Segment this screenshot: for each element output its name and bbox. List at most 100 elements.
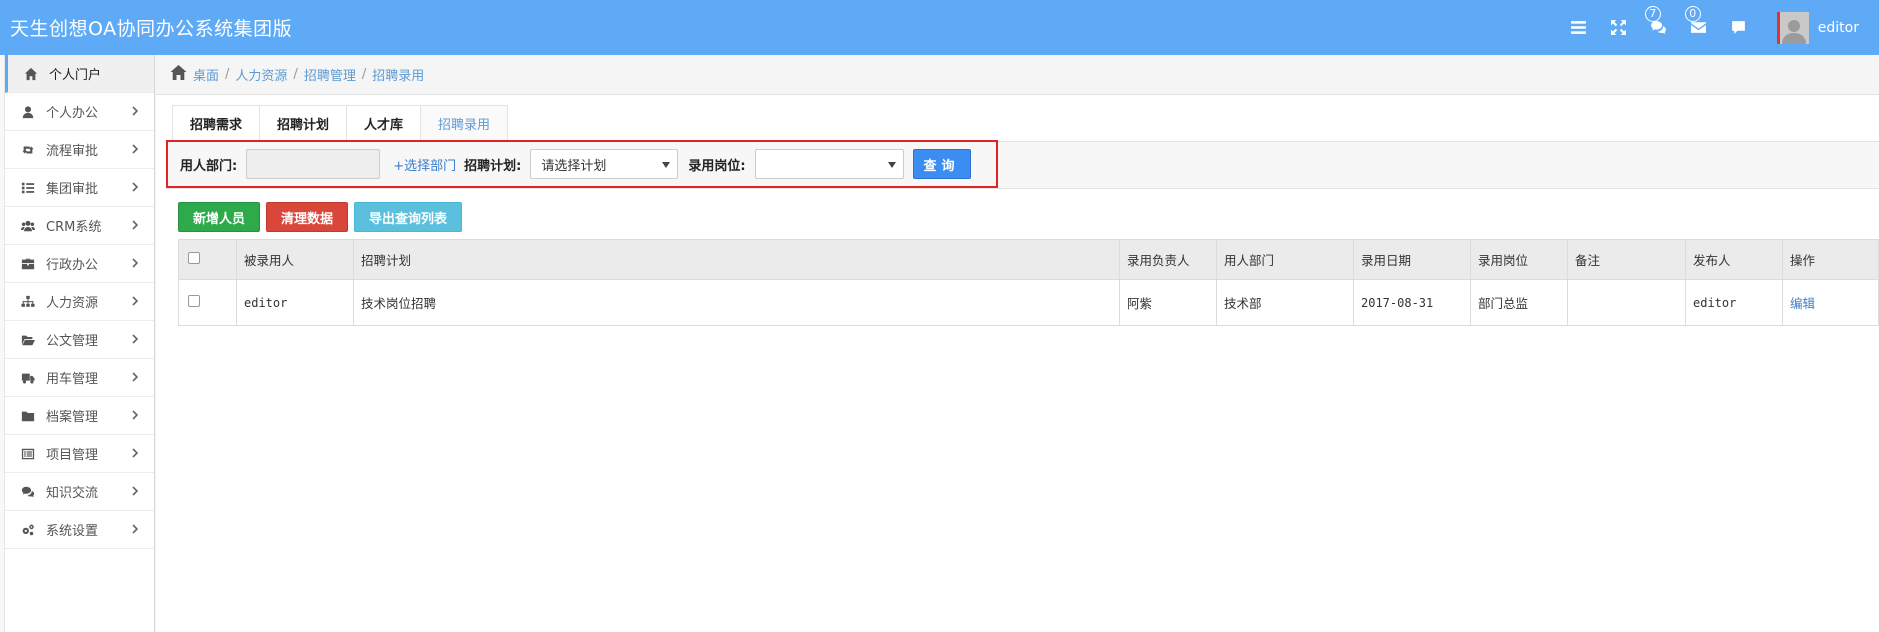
sidebar-item-document-management[interactable]: 公文管理 bbox=[5, 321, 154, 359]
header-toolbar: 7 0 editor bbox=[1559, 0, 1879, 55]
chevron-right-icon bbox=[130, 219, 142, 231]
retweet-icon bbox=[20, 142, 36, 158]
plan-cell: 技术岗位招聘 bbox=[353, 279, 1120, 326]
chat-icon[interactable] bbox=[1719, 0, 1759, 55]
menu-icon[interactable] bbox=[1559, 0, 1599, 55]
column-header: 招聘计划 bbox=[353, 239, 1120, 280]
chevron-right-icon bbox=[130, 447, 142, 459]
column-header: 录用岗位 bbox=[1470, 239, 1568, 280]
sidebar-item-human-resources[interactable]: 人力资源 bbox=[5, 283, 154, 321]
list-alt-icon bbox=[20, 446, 36, 462]
chevron-right-icon bbox=[130, 181, 142, 193]
sidebar-item-label: 个人办公 bbox=[46, 106, 99, 121]
table-header-row: 被录用人 招聘计划 录用负责人 用人部门 录用日期 录用岗位 备注 发布人 操作 bbox=[178, 239, 1879, 280]
sidebar-item-label: 集团审批 bbox=[46, 182, 99, 197]
breadcrumb-desktop[interactable]: 桌面 bbox=[193, 65, 219, 84]
tab-talent-pool[interactable]: 人才库 bbox=[346, 105, 422, 141]
plan-select-value: 请选择计划 bbox=[541, 158, 607, 174]
chevron-right-icon bbox=[130, 257, 142, 269]
sidebar-item-personal-portal[interactable]: 个人门户 bbox=[5, 55, 154, 93]
plan-label: 招聘计划: bbox=[464, 158, 522, 174]
sidebar-item-label: 公文管理 bbox=[46, 334, 99, 349]
dept-label: 用人部门: bbox=[180, 158, 238, 174]
chevron-right-icon bbox=[130, 295, 142, 307]
sidebar-item-crm[interactable]: CRM系统 bbox=[5, 207, 154, 245]
column-header: 被录用人 bbox=[236, 239, 354, 280]
add-person-button[interactable]: 新增人员 bbox=[178, 202, 261, 232]
sidebar-item-label: 知识交流 bbox=[46, 486, 99, 501]
sidebar-item-system-settings[interactable]: 系统设置 bbox=[5, 511, 154, 549]
column-header: 备注 bbox=[1567, 239, 1686, 280]
breadcrumb-recruitment-hiring[interactable]: 招聘录用 bbox=[372, 65, 424, 84]
breadcrumb-recruitment-management[interactable]: 招聘管理 bbox=[304, 65, 356, 84]
clear-data-button[interactable]: 清理数据 bbox=[266, 202, 349, 232]
tab-recruitment-hiring[interactable]: 招聘录用 bbox=[420, 105, 509, 141]
sidebar-item-archive-management[interactable]: 档案管理 bbox=[5, 397, 154, 435]
caret-down-icon bbox=[887, 162, 896, 168]
sidebar-item-workflow-approval[interactable]: 流程审批 bbox=[5, 131, 154, 169]
sidebar-item-label: 流程审批 bbox=[46, 144, 99, 159]
chevron-right-icon bbox=[130, 485, 142, 497]
sidebar-item-knowledge-exchange[interactable]: 知识交流 bbox=[5, 473, 154, 511]
note-cell bbox=[1567, 279, 1686, 326]
column-header: 用人部门 bbox=[1216, 239, 1354, 280]
column-header: 操作 bbox=[1782, 239, 1879, 280]
row-checkbox[interactable] bbox=[188, 295, 200, 307]
edit-link[interactable]: 编辑 bbox=[1790, 296, 1815, 311]
users-icon bbox=[20, 218, 36, 234]
breadcrumb-separator: / bbox=[225, 67, 230, 82]
tab-recruitment-plan[interactable]: 招聘计划 bbox=[259, 105, 348, 141]
user-menu[interactable]: editor bbox=[1776, 0, 1859, 55]
row-select-cell bbox=[178, 279, 237, 326]
plan-select[interactable]: 请选择计划 bbox=[530, 149, 679, 179]
sidebar-item-personal-office[interactable]: 个人办公 bbox=[5, 93, 154, 131]
folder-icon bbox=[20, 408, 36, 424]
select-all-checkbox[interactable] bbox=[188, 252, 200, 264]
breadcrumb-human-resources[interactable]: 人力资源 bbox=[235, 65, 287, 84]
chevron-right-icon bbox=[130, 371, 142, 383]
column-header: 录用日期 bbox=[1353, 239, 1471, 280]
dept-input[interactable] bbox=[246, 149, 381, 179]
home-icon[interactable] bbox=[170, 65, 187, 84]
comments-badge: 7 bbox=[1644, 6, 1661, 22]
sidebar-item-label: 项目管理 bbox=[46, 448, 99, 463]
sidebar-item-label: 人力资源 bbox=[46, 296, 99, 311]
dept-cell: 技术部 bbox=[1216, 279, 1354, 326]
comments-icon[interactable]: 7 bbox=[1639, 0, 1679, 55]
publisher-cell: editor bbox=[1685, 279, 1783, 326]
breadcrumb-separator: / bbox=[361, 67, 367, 82]
main-content: 桌面 / 人力资源 / 招聘管理 / 招聘录用 招聘需求 招聘计划 人才库 招聘… bbox=[156, 55, 1879, 632]
avatar bbox=[1776, 11, 1809, 44]
export-list-button[interactable]: 导出查询列表 bbox=[354, 202, 463, 232]
sidebar-item-project-management[interactable]: 项目管理 bbox=[5, 435, 154, 473]
app-title: 天生创想OA协同办公系统集团版 bbox=[10, 18, 293, 40]
sidebar-item-label: 用车管理 bbox=[46, 372, 99, 387]
home-icon bbox=[23, 66, 39, 82]
sidebar-item-admin-office[interactable]: 行政办公 bbox=[5, 245, 154, 283]
action-cell: 编辑 bbox=[1782, 279, 1879, 326]
manager-cell: 阿紫 bbox=[1119, 279, 1217, 326]
chevron-right-icon bbox=[130, 409, 142, 421]
list-icon bbox=[20, 180, 36, 196]
sidebar-item-group-approval[interactable]: 集团审批 bbox=[5, 169, 154, 207]
select-dept-link[interactable]: +选择部门 bbox=[393, 155, 456, 174]
tab-recruitment-demand[interactable]: 招聘需求 bbox=[172, 105, 261, 141]
mail-badge: 0 bbox=[1684, 6, 1701, 22]
sidebar-menu: 个人门户 个人办公 流程审批 集团审批 CRM系统 行政办公 人力资源 公文管理… bbox=[4, 55, 154, 632]
column-header: 发布人 bbox=[1685, 239, 1783, 280]
sidebar-item-vehicle-management[interactable]: 用车管理 bbox=[5, 359, 154, 397]
cogs-icon bbox=[20, 522, 36, 538]
sidebar-item-label: 档案管理 bbox=[46, 410, 99, 425]
folder-open-icon bbox=[20, 332, 36, 348]
username: editor bbox=[1817, 19, 1859, 36]
briefcase-icon bbox=[20, 256, 36, 272]
chevron-right-icon bbox=[130, 333, 142, 345]
query-button[interactable]: 查询 bbox=[912, 149, 971, 179]
hired-person-cell: editor bbox=[236, 279, 354, 326]
position-select[interactable] bbox=[754, 149, 904, 179]
table-row: editor 技术岗位招聘 阿紫 技术部 2017-08-31 部门总监 edi… bbox=[178, 279, 1879, 326]
breadcrumb: 桌面 / 人力资源 / 招聘管理 / 招聘录用 bbox=[156, 55, 1879, 95]
chevron-right-icon bbox=[130, 523, 142, 535]
fullscreen-icon[interactable] bbox=[1599, 0, 1639, 55]
envelope-icon[interactable]: 0 bbox=[1679, 0, 1719, 55]
